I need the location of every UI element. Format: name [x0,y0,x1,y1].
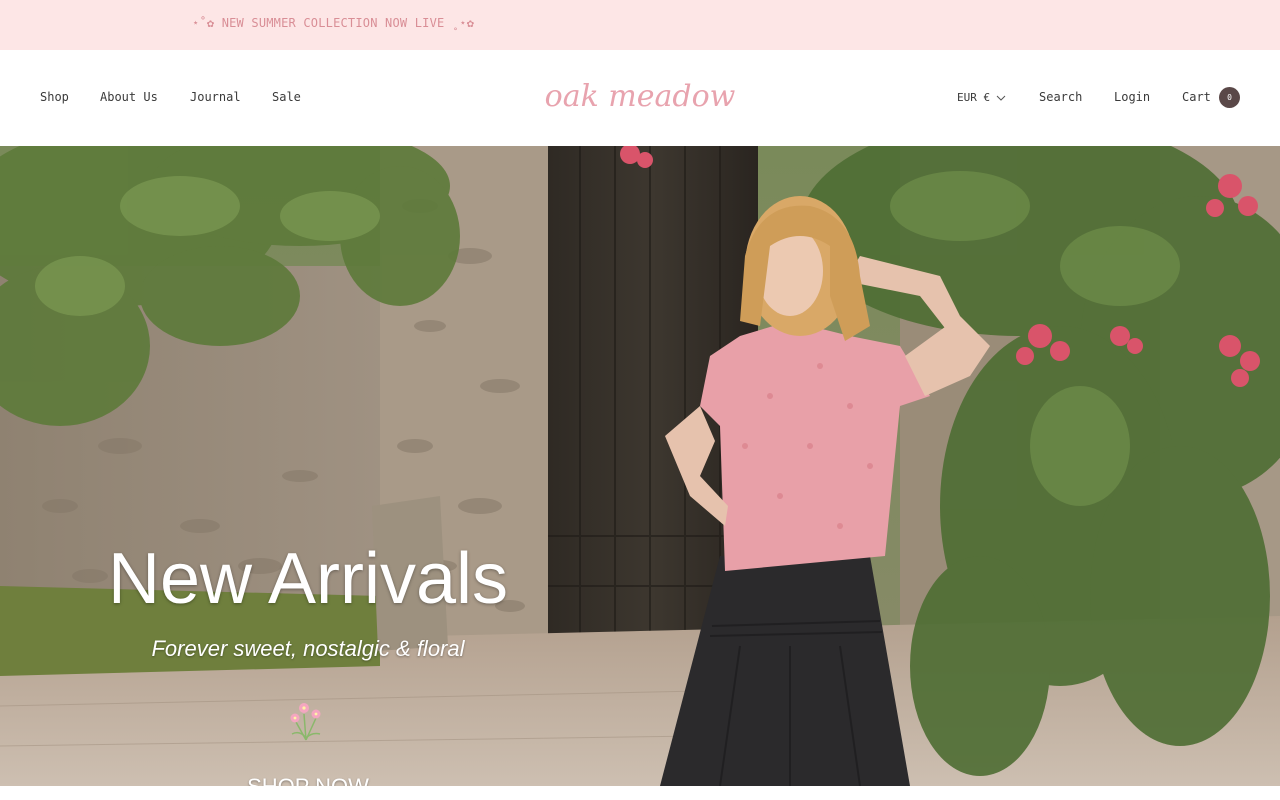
hero-image[interactable] [0,146,1280,786]
page-bottom [0,786,1280,800]
hero-subtitle: Forever sweet, nostalgic & floral [151,636,465,661]
nav-journal[interactable]: Journal [190,90,241,104]
hero-title: New Arrivals [107,539,509,619]
login-link[interactable]: Login [1114,90,1150,104]
nav-shop[interactable]: Shop [40,90,69,104]
hero-banner: New Arrivals Forever sweet, nostalgic & … [0,146,1280,786]
site-logo[interactable]: oak meadow [540,68,740,128]
chevron-down-icon [996,95,1006,101]
nav-sale[interactable]: Sale [272,90,301,104]
announcement-text[interactable]: ⋆˚✿ NEW SUMMER COLLECTION NOW LIVE ˳⋆✿ [192,16,474,30]
search-link[interactable]: Search [1039,90,1082,104]
site-header: Shop About Us Journal Sale oak meadow EU… [0,50,1280,147]
cart-count-badge: 0 [1219,87,1240,108]
logo-text: oak meadow [545,79,736,114]
shop-now-button[interactable]: SHOP NOW [88,774,528,786]
flower-icon [290,703,321,741]
currency-label: EUR € [957,91,991,104]
currency-selector[interactable]: EUR € [957,91,1006,104]
announcement-bar: ⋆˚✿ NEW SUMMER COLLECTION NOW LIVE ˳⋆✿ [0,0,1280,50]
nav-about-us[interactable]: About Us [100,90,158,104]
cart-link[interactable]: Cart [1182,90,1211,104]
